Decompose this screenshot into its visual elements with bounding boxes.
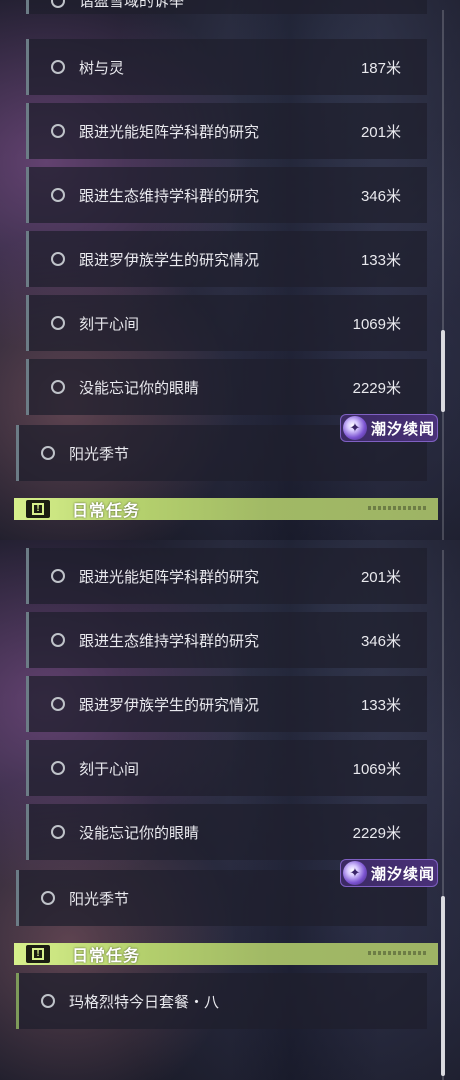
quest-row[interactable]: 没能忘记你的眼睛 2229米 (26, 359, 427, 415)
quest-distance: 201米 (360, 568, 401, 586)
quest-name: 谐盈雪域的诉举 (79, 0, 185, 10)
quest-distance: 187米 (360, 59, 401, 77)
badge-label: 潮汐续闻 (371, 865, 436, 883)
quest-name: 跟进罗伊族学生的研究情况 (79, 251, 260, 269)
quest-status-circle-icon (51, 252, 65, 266)
quest-name: 没能忘记你的眼睛 (79, 379, 200, 397)
quest-row[interactable]: 跟进罗伊族学生的研究情况 133米 (26, 676, 427, 732)
exclamation-box-icon: ! (26, 500, 50, 518)
quest-status-circle-icon (51, 697, 65, 711)
scrollbar-thumb[interactable] (441, 896, 445, 1076)
tide-orb-icon: ✦ (343, 861, 367, 885)
quest-name: 刻于心间 (79, 760, 140, 778)
quest-panel-bottom: 跟进光能矩阵学科群的研究 201米 跟进生态维持学科群的研究 346米 跟进罗伊… (0, 540, 460, 1080)
quest-row[interactable]: 跟进生态维持学科群的研究 346米 (26, 612, 427, 668)
quest-status-circle-icon (51, 0, 65, 8)
quest-name: 没能忘记你的眼睛 (79, 824, 200, 842)
daily-tasks-header[interactable]: ! 日常任务 (14, 498, 438, 520)
quest-name: 玛格烈特今日套餐・八 (69, 993, 220, 1011)
header-decoration (368, 951, 428, 955)
quest-row[interactable]: 跟进光能矩阵学科群的研究 201米 (26, 103, 427, 159)
quest-status-circle-icon (51, 569, 65, 583)
quest-row[interactable]: 谐盈雪域的诉举 (26, 0, 427, 14)
scrollbar-track[interactable] (441, 550, 445, 1080)
quest-row[interactable]: 跟进光能矩阵学科群的研究 201米 (26, 548, 427, 604)
quest-status-circle-icon (41, 446, 55, 460)
quest-panel-top: 谐盈雪域的诉举 树与灵 187米 跟进光能矩阵学科群的研究 201米 跟进生态维… (0, 0, 460, 540)
exclamation-box-icon: ! (26, 945, 50, 963)
quest-name: 跟进生态维持学科群的研究 (79, 187, 260, 205)
quest-status-circle-icon (51, 380, 65, 394)
quest-status-circle-icon (51, 124, 65, 138)
quest-distance: 201米 (360, 123, 401, 141)
quest-distance: 346米 (360, 187, 401, 205)
quest-row[interactable]: 跟进生态维持学科群的研究 346米 (26, 167, 427, 223)
quest-status-circle-icon (51, 825, 65, 839)
tide-event-badge[interactable]: ✦ 潮汐续闻 (340, 414, 438, 442)
quest-row[interactable]: 刻于心间 1069米 (26, 740, 427, 796)
scrollbar-track[interactable] (441, 10, 445, 540)
quest-name: 跟进生态维持学科群的研究 (79, 632, 260, 650)
daily-tasks-header[interactable]: ! 日常任务 (14, 943, 438, 965)
quest-status-circle-icon (51, 188, 65, 202)
quest-distance: 133米 (360, 251, 401, 269)
section-title: 日常任务 (72, 503, 141, 520)
quest-row[interactable]: 没能忘记你的眼睛 2229米 (26, 804, 427, 860)
quest-name: 跟进光能矩阵学科群的研究 (79, 123, 260, 141)
section-title: 日常任务 (72, 948, 141, 965)
quest-status-circle-icon (41, 891, 55, 905)
quest-status-circle-icon (51, 60, 65, 74)
quest-distance: 1069米 (352, 315, 401, 333)
quest-row[interactable]: 刻于心间 1069米 (26, 295, 427, 351)
quest-distance: 1069米 (352, 760, 401, 778)
tide-orb-icon: ✦ (343, 416, 367, 440)
tide-event-badge[interactable]: ✦ 潮汐续闻 (340, 859, 438, 887)
badge-label: 潮汐续闻 (371, 420, 436, 438)
quest-name: 刻于心间 (79, 315, 140, 333)
daily-quest-row[interactable]: 玛格烈特今日套餐・八 (16, 973, 427, 1029)
quest-status-circle-icon (51, 316, 65, 330)
quest-distance: 2229米 (352, 379, 401, 397)
quest-distance: 133米 (360, 696, 401, 714)
quest-status-circle-icon (51, 761, 65, 775)
quest-status-circle-icon (51, 633, 65, 647)
quest-name: 树与灵 (79, 59, 125, 77)
quest-name: 阳光季节 (69, 445, 130, 463)
quest-distance: 346米 (360, 632, 401, 650)
quest-name: 阳光季节 (69, 890, 130, 908)
scrollbar-thumb[interactable] (441, 330, 445, 412)
quest-row[interactable]: 树与灵 187米 (26, 39, 427, 95)
quest-name: 跟进光能矩阵学科群的研究 (79, 568, 260, 586)
quest-name: 跟进罗伊族学生的研究情况 (79, 696, 260, 714)
header-decoration (368, 506, 428, 510)
quest-status-circle-icon (41, 994, 55, 1008)
quest-row[interactable]: 跟进罗伊族学生的研究情况 133米 (26, 231, 427, 287)
quest-distance: 2229米 (352, 824, 401, 842)
